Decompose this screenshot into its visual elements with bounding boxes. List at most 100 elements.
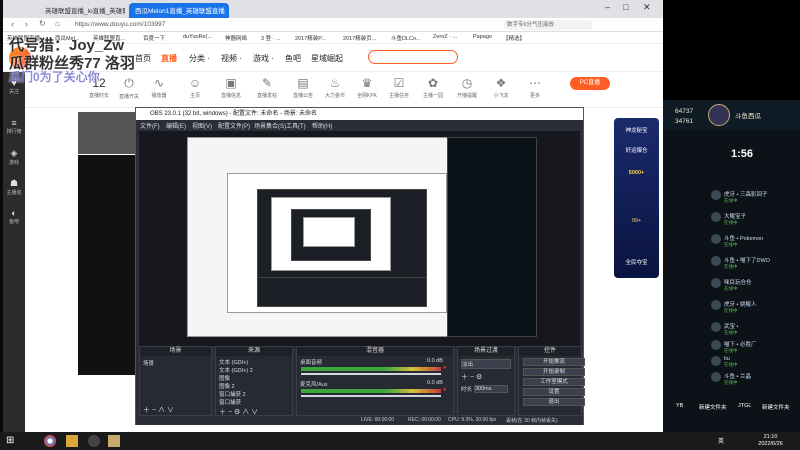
chat-item[interactable]: 喵下 • 必胜厂 在线中 bbox=[724, 340, 756, 354]
chat-avatar[interactable] bbox=[711, 322, 721, 332]
start-recording-button[interactable]: 开始录制 bbox=[523, 368, 585, 376]
menu-profile[interactable]: 配置文件(P) bbox=[218, 121, 250, 130]
url-field[interactable]: https://www.douyu.com/103997 bbox=[75, 20, 375, 30]
exit-button[interactable]: 退出 bbox=[523, 398, 585, 406]
lol-icon[interactable] bbox=[108, 435, 120, 447]
volume-slider[interactable] bbox=[301, 373, 441, 375]
minimize-icon[interactable]: – bbox=[605, 2, 610, 12]
start-streaming-button[interactable]: 开始推流 bbox=[523, 358, 585, 366]
bookmark[interactable]: 2017精装P... bbox=[295, 34, 326, 42]
menu-edit[interactable]: 编辑(E) bbox=[166, 121, 186, 130]
source-item[interactable]: 图像 2 bbox=[219, 382, 235, 390]
chat-avatar[interactable] bbox=[711, 256, 721, 266]
bookmark[interactable]: 3 登 · ... bbox=[261, 34, 281, 42]
chat-item[interactable]: 虎牙 • 三森影回子 在线中 bbox=[724, 190, 767, 204]
source-item[interactable]: 窗口捕获 bbox=[219, 398, 241, 406]
desktop-icon-label[interactable]: 新建文件夹 bbox=[699, 403, 727, 411]
search-input[interactable]: 数字专6分气压接放 bbox=[503, 20, 593, 30]
nav-video[interactable]: 视频 · bbox=[221, 53, 242, 64]
menu-file[interactable]: 文件(F) bbox=[140, 121, 160, 130]
pc-live-button[interactable]: PC直播 bbox=[570, 77, 610, 90]
chat-avatar[interactable] bbox=[711, 278, 721, 288]
side-streamer[interactable]: ☗ 主播巡 bbox=[3, 178, 25, 196]
chat-avatar[interactable] bbox=[711, 372, 721, 382]
chrome-icon[interactable] bbox=[44, 435, 56, 447]
bookmark[interactable]: Papago bbox=[473, 34, 492, 40]
site-search-input[interactable] bbox=[368, 50, 458, 64]
chat-item[interactable]: 大鲲宝子 在线中 bbox=[724, 212, 746, 226]
chat-avatar[interactable] bbox=[711, 212, 721, 222]
toolbar-player[interactable]: ∿ 播放器 bbox=[139, 76, 179, 99]
obs-preview[interactable] bbox=[139, 131, 580, 346]
ime-indicator[interactable]: 英 bbox=[718, 436, 724, 445]
nav-fishbar[interactable]: 鱼吧 bbox=[285, 53, 301, 64]
transition-controls[interactable]: ＋ − ⚙ bbox=[461, 372, 482, 382]
chat-item[interactable]: 虎牙 • 姚鲲人 在线中 bbox=[724, 300, 756, 314]
duration-input[interactable]: 300ms bbox=[474, 385, 508, 393]
maximize-icon[interactable]: □ bbox=[623, 2, 628, 12]
chat-item[interactable]: tiu 在线中 bbox=[724, 356, 738, 368]
desktop-icon-label[interactable]: YB bbox=[676, 403, 683, 409]
nav-game[interactable]: 游戏 · bbox=[253, 53, 274, 64]
clock[interactable]: 21:10 2022/6/26 bbox=[748, 434, 793, 448]
transition-select[interactable]: 淡出 bbox=[461, 359, 511, 369]
side-game[interactable]: ◈ 游戏 bbox=[3, 148, 25, 166]
obs-icon[interactable] bbox=[88, 435, 100, 447]
nav-star[interactable]: 星域崛起 bbox=[311, 53, 343, 64]
studio-mode-button[interactable]: 工作室模式 bbox=[523, 378, 585, 386]
toolbar-more[interactable]: ⋯ 更多 bbox=[515, 76, 555, 99]
side-fishbar[interactable]: ◐ 鱼吧 bbox=[3, 208, 25, 225]
reload-icon[interactable]: ↻ bbox=[39, 19, 46, 28]
menu-help[interactable]: 帮助(H) bbox=[312, 121, 332, 130]
home-icon[interactable]: ⌂ bbox=[55, 19, 60, 28]
scene-item[interactable]: 场景 bbox=[143, 359, 154, 367]
toolbar-info[interactable]: ▣ 直播信息 bbox=[211, 76, 251, 99]
source-item[interactable]: 窗口捕获 2 bbox=[219, 390, 246, 398]
chat-item[interactable]: 斗鱼 • 喵下了DWO 在线中 bbox=[724, 256, 770, 270]
bookmark[interactable]: ZeroZ · ... bbox=[433, 34, 457, 40]
chat-avatar[interactable] bbox=[711, 340, 721, 350]
obs-window[interactable]: OBS 23.0.1 (32 bit, windows) - 配置文件: 未命名… bbox=[135, 107, 585, 425]
bookmark[interactable]: 神器网络 bbox=[225, 34, 247, 42]
side-rank[interactable]: ≡ 排行榜 bbox=[3, 118, 25, 135]
chat-avatar[interactable] bbox=[711, 190, 721, 200]
toolbar-post[interactable]: ✎ 直播发帖 bbox=[247, 76, 287, 99]
source-item[interactable]: 文本 (GDI+) 2 bbox=[219, 366, 253, 374]
chat-item[interactable]: 武宝 • 在线中 bbox=[724, 322, 738, 336]
nav-home[interactable]: 首页 bbox=[135, 53, 151, 64]
menu-tools[interactable]: 工具(T) bbox=[286, 121, 306, 130]
start-icon[interactable]: ⊞ bbox=[6, 435, 14, 446]
chat-avatar[interactable] bbox=[711, 300, 721, 310]
bookmark[interactable]: 【精选】 bbox=[503, 34, 525, 42]
bookmark[interactable]: 百度一下 bbox=[143, 34, 165, 42]
bookmark[interactable]: 斗鱼DLCo... bbox=[391, 34, 421, 42]
streamer-avatar[interactable] bbox=[78, 112, 138, 154]
mute-icon[interactable]: ● bbox=[443, 365, 447, 371]
chat-item[interactable]: 斗鱼 • 兰晶 在线中 bbox=[724, 372, 751, 386]
settings-button[interactable]: 设置 bbox=[523, 388, 585, 396]
tab-1[interactable]: 英雄联盟直播_lo直播_英雄联盟 bbox=[39, 3, 125, 18]
source-item[interactable]: 文本 (GDI+) bbox=[219, 358, 248, 366]
menu-view[interactable]: 视图(V) bbox=[192, 121, 212, 130]
chat-item[interactable]: 咪目玩仓仓 在线中 bbox=[724, 278, 752, 292]
bookmark[interactable]: duYuoRe(... bbox=[183, 34, 212, 40]
nav-category[interactable]: 分类 · bbox=[189, 53, 210, 64]
back-icon[interactable]: ‹ bbox=[11, 19, 14, 29]
menu-scene-collection[interactable]: 场景集合(S) bbox=[254, 121, 286, 130]
chat-avatar[interactable] bbox=[711, 356, 721, 366]
desktop-icon-label[interactable]: JTGL bbox=[738, 403, 751, 409]
scene-controls[interactable]: ＋ − ∧ ∨ bbox=[143, 405, 174, 415]
close-icon[interactable]: ✕ bbox=[643, 2, 651, 13]
mute-icon[interactable]: ● bbox=[443, 387, 447, 393]
bookmark[interactable]: 2017精装页... bbox=[343, 34, 376, 42]
desktop-icon-label[interactable]: 新建文件夹 bbox=[762, 403, 790, 411]
source-item[interactable]: 图像 bbox=[219, 374, 230, 382]
toolbar-home[interactable]: ☺ 主页 bbox=[175, 76, 215, 99]
chat-avatar[interactable] bbox=[711, 234, 721, 244]
chat-item[interactable]: 斗鱼 • Pokemon 在线中 bbox=[724, 234, 763, 248]
profile-avatar[interactable] bbox=[708, 104, 730, 126]
forward-icon[interactable]: › bbox=[25, 19, 28, 29]
volume-slider[interactable] bbox=[301, 395, 441, 397]
folder-icon[interactable] bbox=[66, 435, 78, 447]
tab-active[interactable]: 西瓜Melon1直播_英雄联盟直播 bbox=[129, 3, 229, 18]
